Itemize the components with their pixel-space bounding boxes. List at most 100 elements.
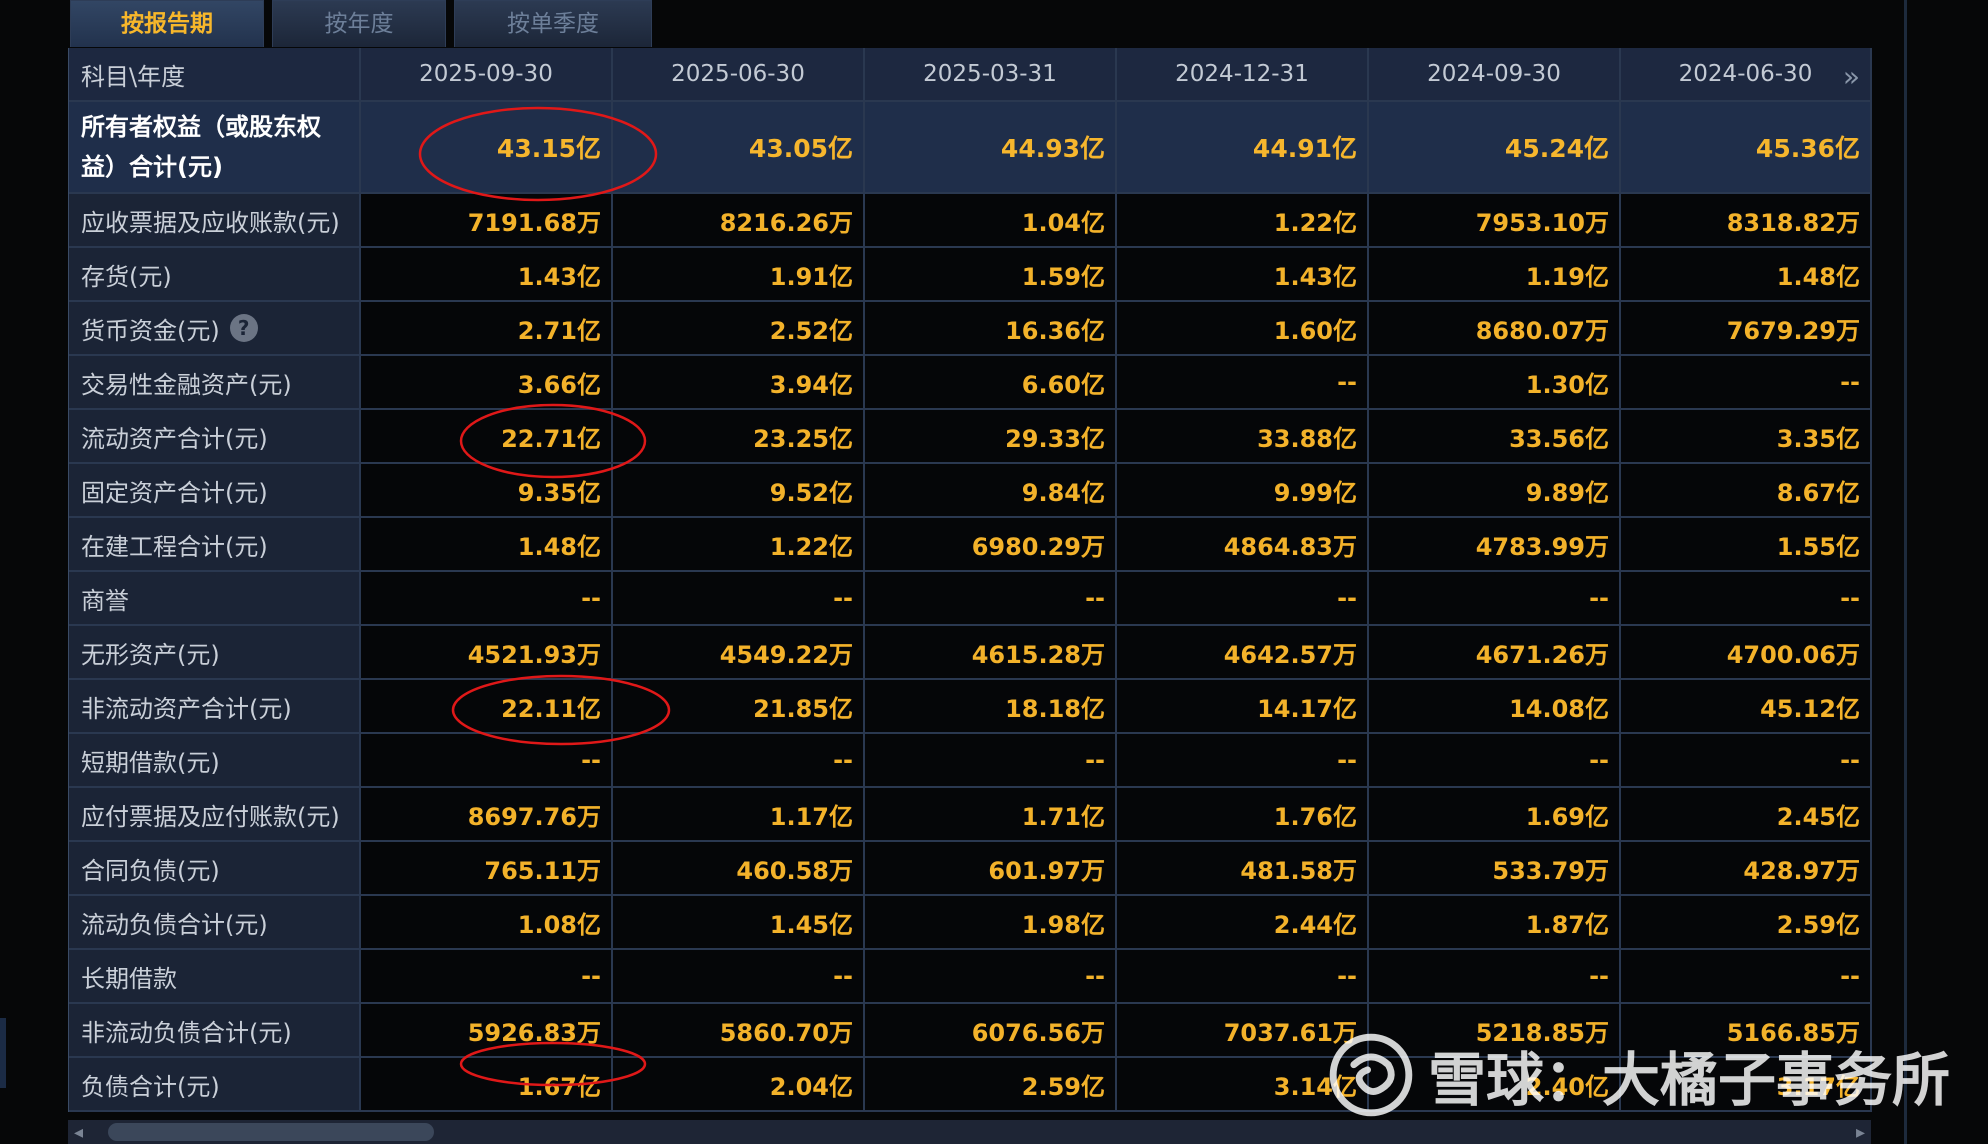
value-cell: 2.71亿: [361, 302, 613, 354]
value-cell: 2.44亿: [1117, 896, 1369, 948]
column-header: 2025-06-30: [613, 48, 865, 100]
row-label: 所有者权益（或股东权益）合计(元): [69, 102, 361, 192]
row-label: 固定资产合计(元): [69, 464, 361, 516]
row-label: 在建工程合计(元): [69, 518, 361, 570]
row-label-text: 在建工程合计(元): [81, 532, 268, 561]
row-label: 短期借款(元): [69, 734, 361, 786]
row-label: 无形资产(元): [69, 626, 361, 678]
tab-annual[interactable]: 按年度: [272, 0, 446, 47]
table-row: 无形资产(元) 4521.93万 4549.22万 4615.28万 4642.57万 4…: [69, 626, 1872, 680]
table-row: 在建工程合计(元) 1.48亿 1.22亿 6980.29万 4864.83万 4783.…: [69, 518, 1872, 572]
value-cell: 14.08亿: [1369, 680, 1621, 732]
row-label-text: 商誉: [81, 586, 129, 615]
value-cell: 1.91亿: [613, 248, 865, 300]
row-label-text: 无形资产(元): [81, 640, 220, 669]
row-label: 非流动负债合计(元): [69, 1004, 361, 1056]
table-row: 所有者权益（或股东权益）合计(元) 43.15亿 43.05亿 44.93亿 44.91…: [69, 102, 1872, 194]
value-cell: --: [361, 950, 613, 1002]
value-cell: 3.66亿: [361, 356, 613, 408]
value-cell: 21.85亿: [613, 680, 865, 732]
row-label-text: 流动负债合计(元): [81, 910, 268, 939]
value-cell: 1.30亿: [1369, 356, 1621, 408]
tab-report-period[interactable]: 按报告期: [70, 0, 264, 47]
value-cell: --: [613, 950, 865, 1002]
value-cell: 8.67亿: [1621, 464, 1872, 516]
row-label: 存货(元): [69, 248, 361, 300]
value-cell: 6076.56万: [865, 1004, 1117, 1056]
row-label-text: 负债合计(元): [81, 1072, 220, 1101]
scroll-thumb[interactable]: [108, 1123, 434, 1141]
value-cell: --: [1117, 572, 1369, 624]
table-row: 固定资产合计(元) 9.35亿 9.52亿 9.84亿 9.99亿 9.89亿 8.67亿: [69, 464, 1872, 518]
row-label-text: 应收票据及应收账款(元): [81, 208, 340, 237]
value-cell: 43.05亿: [613, 102, 865, 192]
horizontal-scrollbar[interactable]: ◂ ▸: [68, 1120, 1871, 1144]
value-cell: 7679.29万: [1621, 302, 1872, 354]
value-cell: 1.55亿: [1621, 518, 1872, 570]
value-cell: 3.94亿: [613, 356, 865, 408]
value-cell: --: [1369, 950, 1621, 1002]
value-cell: 45.12亿: [1621, 680, 1872, 732]
value-cell: 22.71亿: [361, 410, 613, 462]
value-cell: 44.91亿: [1117, 102, 1369, 192]
scroll-left-arrow-icon[interactable]: ◂: [74, 1122, 83, 1143]
value-cell: 18.18亿: [865, 680, 1117, 732]
period-tabs: 按报告期 按年度 按单季度: [70, 0, 652, 48]
column-header-label: 2024-06-30: [1678, 61, 1813, 87]
value-cell: 33.56亿: [1369, 410, 1621, 462]
table-row: 非流动资产合计(元) 22.11亿 21.85亿 18.18亿 14.17亿 14.08亿…: [69, 680, 1872, 734]
table-row: 应收票据及应收账款(元) 7191.68万 8216.26万 1.04亿 1.22亿 79…: [69, 194, 1872, 248]
question-icon[interactable]: ?: [229, 314, 258, 342]
value-cell: 1.22亿: [613, 518, 865, 570]
table-row: 商誉 -- -- -- -- -- --: [69, 572, 1872, 626]
value-cell: 4521.93万: [361, 626, 613, 678]
value-cell: 1.08亿: [361, 896, 613, 948]
value-cell: 1.17亿: [613, 788, 865, 840]
value-cell: 43.15亿: [361, 102, 613, 192]
left-edge: [0, 1018, 6, 1088]
value-cell: 1.04亿: [865, 194, 1117, 246]
column-header-last: 2024-06-30 »: [1621, 48, 1872, 100]
value-cell: 4671.26万: [1369, 626, 1621, 678]
value-cell: 9.35亿: [361, 464, 613, 516]
row-label: 交易性金融资产(元): [69, 356, 361, 408]
value-cell: 7191.68万: [361, 194, 613, 246]
value-cell: 1.22亿: [1117, 194, 1369, 246]
double-chevron-right-icon[interactable]: »: [1843, 60, 1860, 93]
value-cell: 45.36亿: [1621, 102, 1872, 192]
table-row: 货币资金(元)? 2.71亿 2.52亿 16.36亿 1.60亿 8680.07万 767…: [69, 302, 1872, 356]
row-label: 合同负债(元): [69, 842, 361, 894]
value-cell: 1.69亿: [1369, 788, 1621, 840]
value-cell: 7953.10万: [1369, 194, 1621, 246]
value-cell: 533.79万: [1369, 842, 1621, 894]
column-header: 2025-09-30: [361, 48, 613, 100]
value-cell: 1.87亿: [1369, 896, 1621, 948]
value-cell: 4615.28万: [865, 626, 1117, 678]
value-cell: 5860.70万: [613, 1004, 865, 1056]
value-cell: 9.89亿: [1369, 464, 1621, 516]
value-cell: 45.24亿: [1369, 102, 1621, 192]
value-cell: 1.43亿: [1117, 248, 1369, 300]
row-label: 非流动资产合计(元): [69, 680, 361, 732]
value-cell: 23.25亿: [613, 410, 865, 462]
value-cell: 8680.07万: [1369, 302, 1621, 354]
watermark: 雪球：大橘子事务所: [1328, 1030, 1950, 1120]
column-header: 2025-03-31: [865, 48, 1117, 100]
value-cell: 1.43亿: [361, 248, 613, 300]
tab-single-quarter[interactable]: 按单季度: [454, 0, 652, 47]
value-cell: 1.19亿: [1369, 248, 1621, 300]
table-row: 合同负债(元) 765.11万 460.58万 601.97万 481.58万 533.7…: [69, 842, 1872, 896]
scroll-right-arrow-icon[interactable]: ▸: [1856, 1122, 1865, 1143]
value-cell: 481.58万: [1117, 842, 1369, 894]
row-label: 流动负债合计(元): [69, 896, 361, 948]
column-header: 2024-12-31: [1117, 48, 1369, 100]
value-cell: --: [1621, 950, 1872, 1002]
value-cell: 1.60亿: [1117, 302, 1369, 354]
value-cell: 4642.57万: [1117, 626, 1369, 678]
row-label-text: 非流动负债合计(元): [81, 1018, 292, 1047]
value-cell: 4549.22万: [613, 626, 865, 678]
value-cell: 1.67亿: [361, 1058, 613, 1110]
row-label-text: 应付票据及应付账款(元): [81, 802, 340, 831]
value-cell: --: [1621, 572, 1872, 624]
value-cell: 2.04亿: [613, 1058, 865, 1110]
